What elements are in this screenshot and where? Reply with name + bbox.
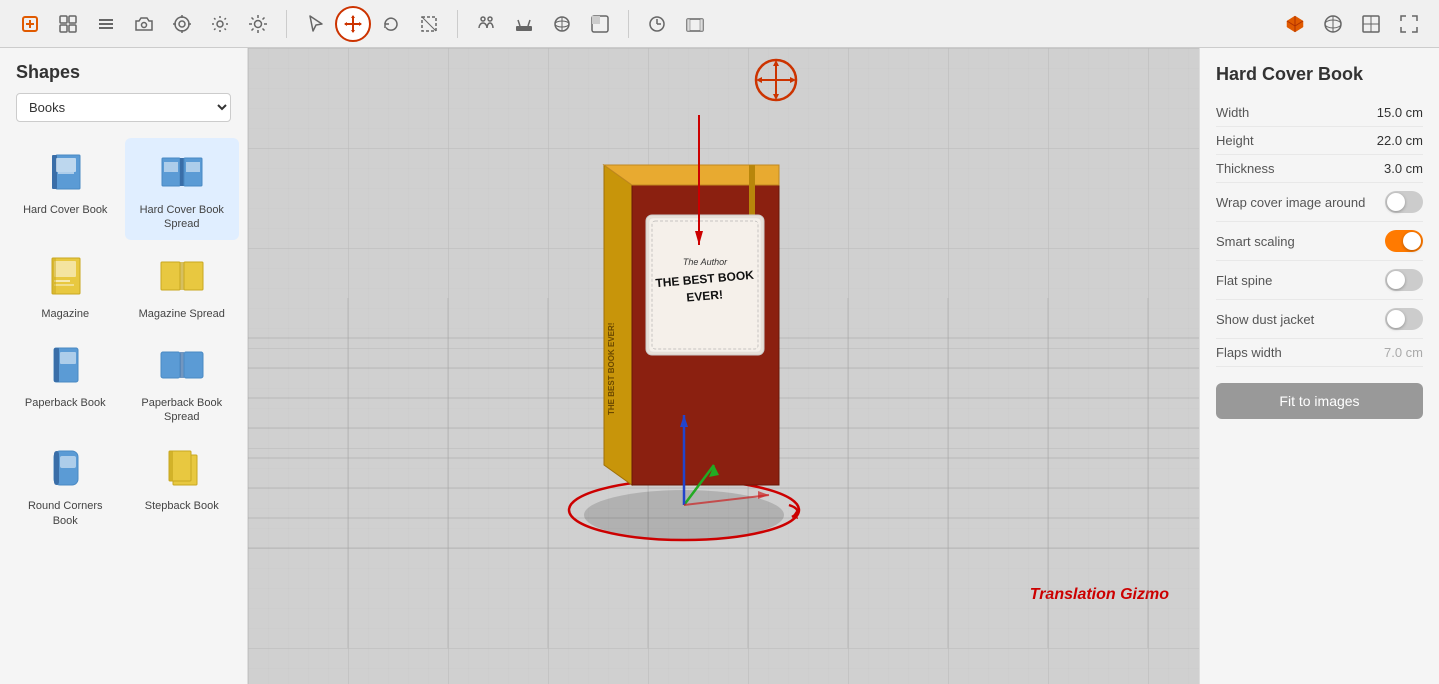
move-button[interactable] (335, 6, 371, 42)
sep2 (457, 10, 458, 38)
svg-text:The Author: The Author (682, 257, 727, 267)
people-button[interactable] (468, 6, 504, 42)
grid-button[interactable] (50, 6, 86, 42)
round-corners-book-label: Round Corners Book (14, 499, 117, 528)
smart-scaling-row: Smart scaling (1216, 222, 1423, 261)
magazine-spread-label: Magazine Spread (139, 307, 225, 321)
category-select[interactable]: Books Magazines All Shapes (16, 93, 231, 122)
sep3 (628, 10, 629, 38)
settings-button[interactable] (202, 6, 238, 42)
paperback-book-spread-icon (157, 341, 207, 391)
media-tools (639, 6, 713, 42)
canvas-area[interactable]: The Author THE BEST BOOK EVER! THE BEST … (248, 48, 1199, 684)
sidebar: Shapes Books Magazines All Shapes (0, 48, 248, 684)
paperback-book-icon (40, 341, 90, 391)
fit-to-images-button[interactable]: Fit to images (1216, 383, 1423, 419)
target-button[interactable] (164, 6, 200, 42)
move-cursor-indicator (754, 58, 798, 105)
shape-stepback-book[interactable]: Stepback Book (125, 434, 240, 536)
magazine-icon (40, 252, 90, 302)
round-corners-book-icon (40, 444, 90, 494)
flat-spine-toggle[interactable] (1385, 269, 1423, 291)
book-3d: The Author THE BEST BOOK EVER! THE BEST … (484, 115, 904, 575)
menu-button[interactable] (88, 6, 124, 42)
film-button[interactable] (677, 6, 713, 42)
orbit-button[interactable] (544, 6, 580, 42)
smart-scaling-label: Smart scaling (1216, 234, 1295, 249)
hard-cover-book-spread-icon (157, 148, 207, 198)
height-row: Height 22.0 cm (1216, 127, 1423, 155)
material-button[interactable] (582, 6, 618, 42)
height-value: 22.0 cm (1377, 133, 1423, 148)
shape-hard-cover-book-spread[interactable]: Hard Cover Book Spread (125, 138, 240, 240)
rotate-button[interactable] (373, 6, 409, 42)
book-scene: The Author THE BEST BOOK EVER! THE BEST … (484, 115, 904, 578)
svg-text:THE BEST BOOK EVER!: THE BEST BOOK EVER! (607, 322, 616, 414)
toolbar (0, 0, 1439, 48)
wrap-cover-toggle[interactable] (1385, 191, 1423, 213)
fullscreen-button[interactable] (1391, 6, 1427, 42)
thickness-value: 3.0 cm (1384, 161, 1423, 176)
shapes-grid: Hard Cover Book Hard Cover Book Spread (0, 134, 247, 540)
camera-button[interactable] (126, 6, 162, 42)
dust-jacket-row: Show dust jacket (1216, 300, 1423, 339)
select-button[interactable] (297, 6, 333, 42)
scene-tools (468, 6, 618, 42)
flat-spine-label: Flat spine (1216, 273, 1272, 288)
sphere-view-button[interactable] (1315, 6, 1351, 42)
width-value: 15.0 cm (1377, 105, 1423, 120)
flaps-width-label: Flaps width (1216, 345, 1282, 360)
paperback-book-label: Paperback Book (25, 396, 106, 410)
shapes-title: Shapes (0, 48, 247, 93)
shape-magazine-spread[interactable]: Magazine Spread (125, 242, 240, 329)
left-tools (12, 6, 276, 42)
width-row: Width 15.0 cm (1216, 99, 1423, 127)
right-panel: Hard Cover Book Width 15.0 cm Height 22.… (1199, 48, 1439, 684)
shape-hard-cover-book[interactable]: Hard Cover Book (8, 138, 123, 240)
shape-paperback-book[interactable]: Paperback Book (8, 331, 123, 433)
dust-jacket-label: Show dust jacket (1216, 312, 1314, 327)
magazine-label: Magazine (41, 307, 89, 321)
wrap-cover-row: Wrap cover image around (1216, 183, 1423, 222)
right-tools (1277, 6, 1427, 42)
stepback-book-icon (157, 444, 207, 494)
flaps-width-row: Flaps width 7.0 cm (1216, 339, 1423, 367)
box-view-button[interactable] (1277, 6, 1313, 42)
sep1 (286, 10, 287, 38)
ground-button[interactable] (506, 6, 542, 42)
shape-round-corners-book[interactable]: Round Corners Book (8, 434, 123, 536)
scale-button[interactable] (411, 6, 447, 42)
stepback-book-label: Stepback Book (145, 499, 219, 513)
viewport-button[interactable] (1353, 6, 1389, 42)
hard-cover-book-label: Hard Cover Book (23, 203, 107, 217)
flat-spine-row: Flat spine (1216, 261, 1423, 300)
width-label: Width (1216, 105, 1249, 120)
paperback-book-spread-label: Paperback Book Spread (131, 396, 234, 425)
magazine-spread-icon (157, 252, 207, 302)
wrap-cover-label: Wrap cover image around (1216, 195, 1365, 210)
time-button[interactable] (639, 6, 675, 42)
thickness-label: Thickness (1216, 161, 1275, 176)
flaps-width-value: 7.0 cm (1384, 345, 1423, 360)
right-panel-title: Hard Cover Book (1216, 64, 1423, 85)
smart-scaling-toggle[interactable] (1385, 230, 1423, 252)
hard-cover-book-icon (40, 148, 90, 198)
shape-paperback-book-spread[interactable]: Paperback Book Spread (125, 331, 240, 433)
main-area: Shapes Books Magazines All Shapes (0, 48, 1439, 684)
shape-magazine[interactable]: Magazine (8, 242, 123, 329)
height-label: Height (1216, 133, 1254, 148)
dust-jacket-toggle[interactable] (1385, 308, 1423, 330)
thickness-row: Thickness 3.0 cm (1216, 155, 1423, 183)
category-dropdown-container: Books Magazines All Shapes (16, 93, 231, 122)
sun-button[interactable] (240, 6, 276, 42)
add-button[interactable] (12, 6, 48, 42)
hard-cover-book-spread-label: Hard Cover Book Spread (131, 203, 234, 232)
center-tools (297, 6, 447, 42)
